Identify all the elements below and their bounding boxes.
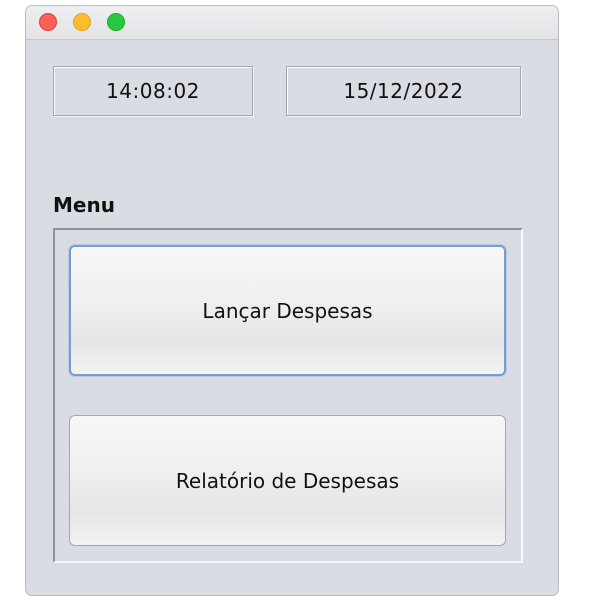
title-bar[interactable] <box>26 6 558 40</box>
menu-title: Menu <box>53 193 115 217</box>
date-display: 15/12/2022 <box>286 66 521 116</box>
menu-panel: Lançar Despesas Relatório de Despesas <box>53 228 523 563</box>
close-icon[interactable] <box>39 13 57 31</box>
minimize-icon[interactable] <box>73 13 91 31</box>
app-window: 14:08:02 15/12/2022 Menu Lançar Despesas… <box>25 5 559 596</box>
relatorio-despesas-button[interactable]: Relatório de Despesas <box>69 415 506 546</box>
time-display: 14:08:02 <box>53 66 253 116</box>
lancar-despesas-button[interactable]: Lançar Despesas <box>69 245 506 376</box>
maximize-icon[interactable] <box>107 13 125 31</box>
